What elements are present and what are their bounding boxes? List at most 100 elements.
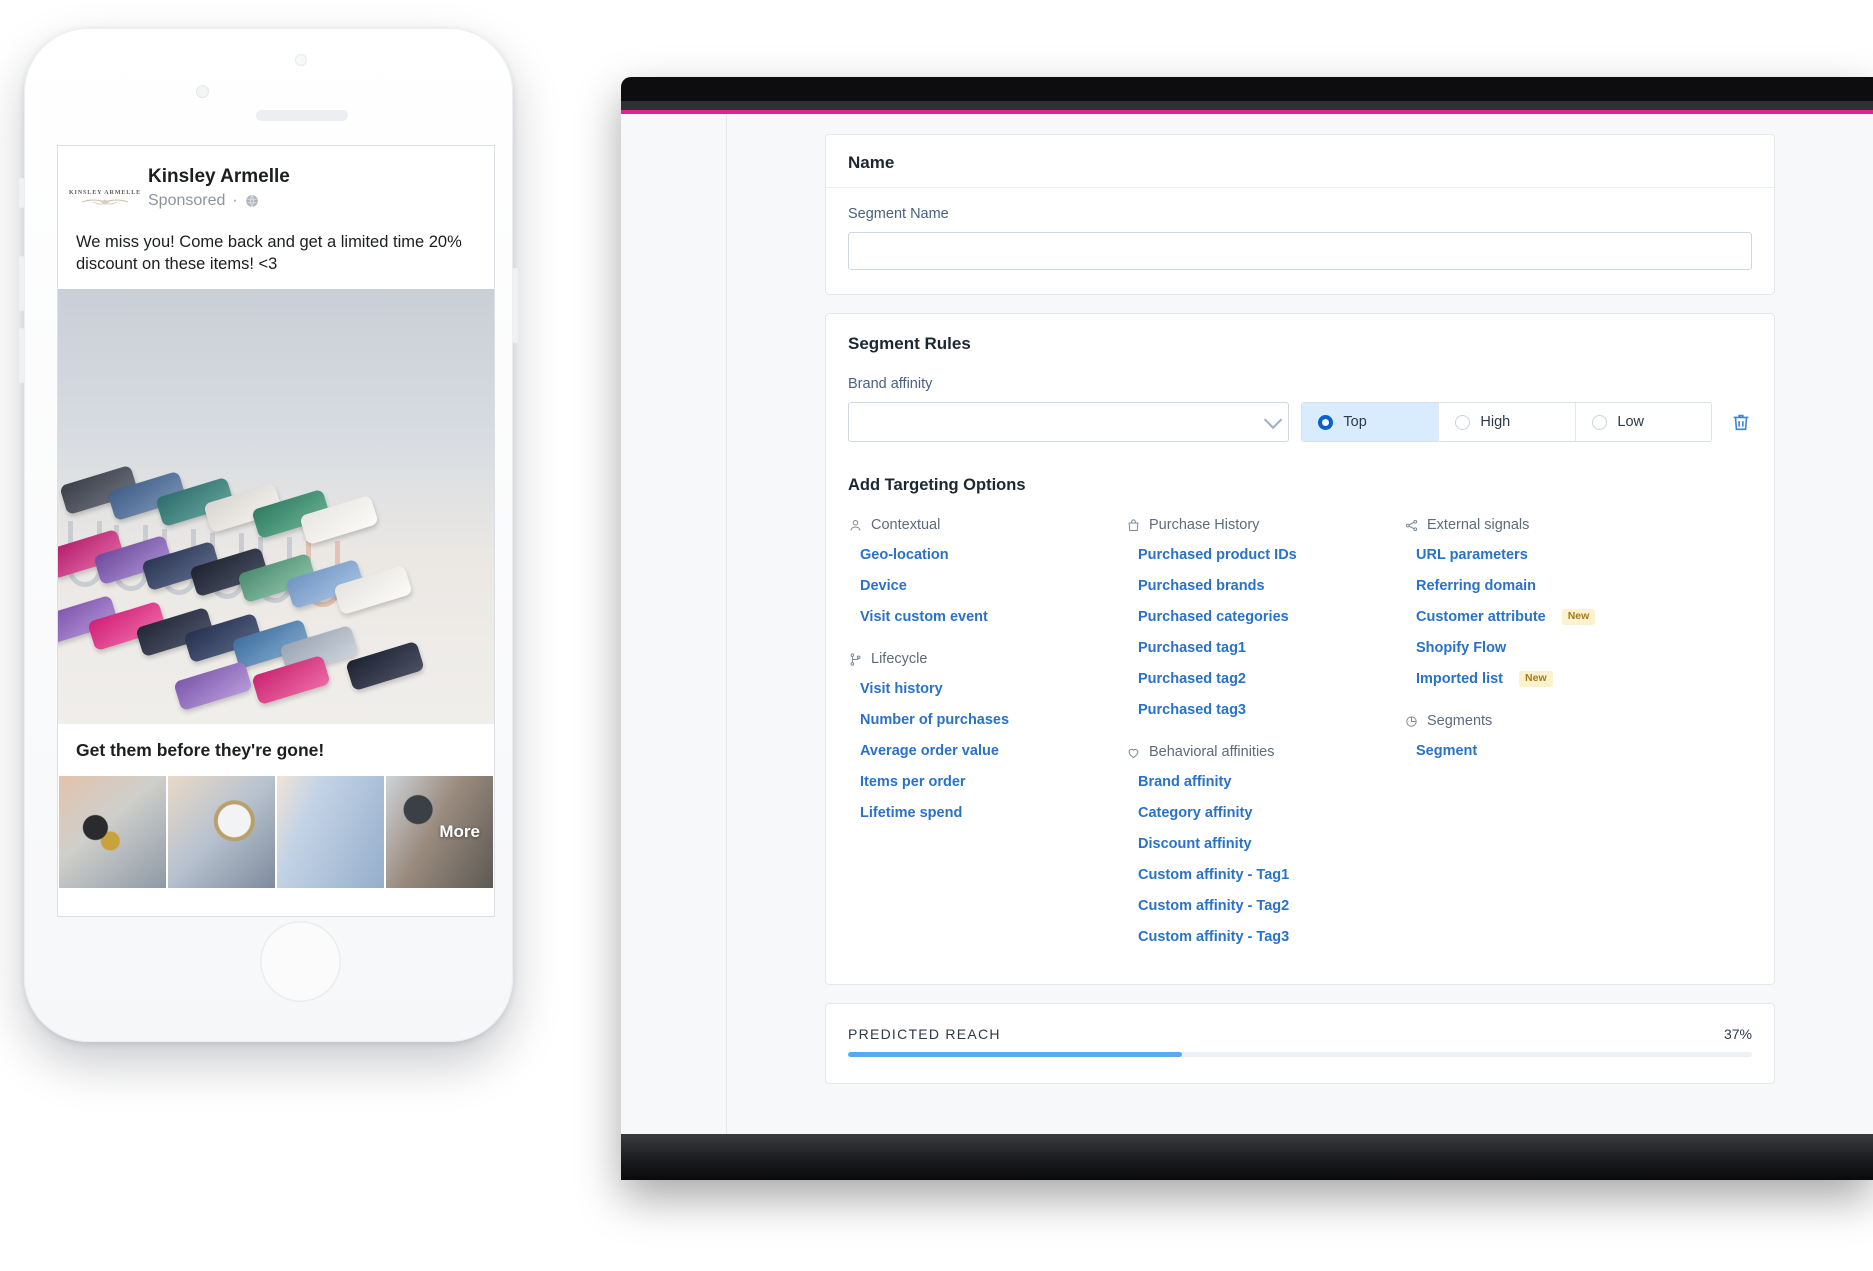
predicted-reach-fill [848,1052,1183,1057]
affinity-option-low[interactable]: Low [1576,403,1712,441]
targeting-link[interactable]: Lifetime spend [860,805,1126,821]
targeting-link-label: Discount affinity [1138,836,1252,852]
ad-body-text: We miss you! Come back and get a limited… [76,233,462,274]
targeting-link-label: Visit history [860,681,943,697]
targeting-link-label: Purchased brands [1138,578,1265,594]
targeting-link[interactable]: Purchased product IDs [1138,547,1404,563]
targeting-link[interactable]: Custom affinity - Tag1 [1138,867,1404,883]
targeting-link-label: Shopify Flow [1416,640,1507,656]
brand-affinity-select[interactable] [848,402,1290,442]
ad-thumbnail-more[interactable]: More [386,776,493,889]
name-card: Name Segment Name [825,134,1775,295]
targeting-link[interactable]: Items per order [860,774,1126,790]
affinity-option-top[interactable]: Top [1302,403,1440,441]
targeting-link[interactable]: Brand affinity [1138,774,1404,790]
targeting-link[interactable]: Referring domain [1416,578,1682,594]
targeting-link[interactable]: Segment [1416,743,1682,759]
ad-hero-image[interactable] [58,289,494,724]
targeting-link[interactable]: Visit history [860,681,1126,697]
group-segments-label: Segments [1427,713,1493,729]
segment-name-label: Segment Name [848,206,949,222]
targeting-link-label: Segment [1416,743,1478,759]
radio-icon [1455,414,1471,430]
targeting-link[interactable]: Custom affinity - Tag3 [1138,929,1404,945]
name-card-body: Segment Name [826,188,1774,294]
targeting-column-3: External signals URL parameters Referrin… [1404,517,1682,960]
targeting-link[interactable]: Purchased categories [1138,609,1404,625]
targeting-link[interactable]: Device [860,578,1126,594]
page-name[interactable]: Kinsley Armelle [148,165,290,189]
targeting-link[interactable]: URL parameters [1416,547,1682,563]
targeting-link-label: Custom affinity - Tag3 [1138,929,1290,945]
globe-icon [245,194,258,207]
targeting-link[interactable]: Purchased tag3 [1138,702,1404,718]
targeting-link[interactable]: Purchased tag2 [1138,671,1404,687]
group-purchase-history-label: Purchase History [1149,517,1260,533]
proximity-sensor-icon [295,54,307,66]
phone-device-mockup: KINSLEY ARMELLE Kinsley Armelle Sponsore… [19,28,518,1042]
targeting-link-label: Imported list [1416,671,1504,687]
targeting-link-label: Custom affinity - Tag2 [1138,898,1290,914]
group-segments: Segments [1404,713,1682,729]
targeting-link[interactable]: Purchased brands [1138,578,1404,594]
segment-editor-app: Name Segment Name Segment Rules Brand af… [727,114,1873,1136]
earpiece-speaker [256,110,348,121]
ad-thumbnail[interactable] [277,776,384,889]
home-button[interactable] [260,921,341,1002]
add-targeting-options-title: Add Targeting Options [848,476,1026,494]
targeting-link-label: Custom affinity - Tag1 [1138,867,1290,883]
targeting-link-label: Purchased categories [1138,609,1289,625]
power-button[interactable] [513,268,518,343]
brand-affinity-label: Brand affinity [848,376,933,392]
ad-thumbnail[interactable] [168,776,275,889]
targeting-link[interactable]: Number of purchases [860,712,1126,728]
targeting-link[interactable]: Purchased tag1 [1138,640,1404,656]
predicted-reach-card: PREDICTED REACH 37% [825,1003,1775,1084]
targeting-link[interactable]: Imported list New [1416,671,1682,687]
phone-screen: KINSLEY ARMELLE Kinsley Armelle Sponsore… [57,145,495,917]
brand-affinity-select-box [848,402,1290,442]
segment-rules-title: Segment Rules [848,334,971,353]
mute-switch[interactable] [19,178,24,208]
ad-header-text: Kinsley Armelle Sponsored · [148,165,290,210]
targeting-link[interactable]: Shopify Flow [1416,640,1682,656]
heart-icon [1128,748,1139,758]
group-behavioral-affinities-label: Behavioral affinities [1149,744,1275,760]
separator-dot: · [232,191,238,209]
targeting-link[interactable]: Discount affinity [1138,836,1404,852]
group-lifecycle-label: Lifecycle [871,651,928,667]
targeting-link-label: URL parameters [1416,547,1528,563]
ad-footer-space [58,888,494,916]
new-badge: New [1561,609,1596,625]
group-behavioral-affinities: Behavioral affinities [1126,744,1404,760]
ad-thumbnail[interactable] [59,776,166,889]
targeting-link[interactable]: Visit custom event [860,609,1126,625]
targeting-link[interactable]: Category affinity [1138,805,1404,821]
affinity-option-high-label: High [1480,414,1511,430]
affinity-option-high[interactable]: High [1439,403,1577,441]
targeting-link[interactable]: Customer attribute New [1416,609,1682,625]
brand-logo-text: KINSLEY ARMELLE [68,188,142,196]
predicted-reach-track [848,1052,1752,1057]
segment-rules-card: Segment Rules Brand affinity Top High Lo… [825,313,1775,985]
targeting-link-label: Geo-location [860,547,949,563]
sponsored-label: Sponsored [148,191,226,209]
affinity-option-top-label: Top [1343,414,1367,430]
targeting-link-label: Purchased product IDs [1138,547,1297,563]
targeting-link-label: Device [860,578,907,594]
segment-name-input[interactable] [848,232,1752,270]
volume-down-button[interactable] [19,328,24,383]
tablet-device-mockup: Name Segment Name Segment Rules Brand af… [621,77,1873,1180]
targeting-columns: Contextual Geo-location Device Visit cus… [848,517,1752,960]
targeting-link[interactable]: Geo-location [860,547,1126,563]
logo-ornament-icon [81,198,129,205]
affinity-level-segmented-control: Top High Low [1301,402,1712,442]
targeting-link[interactable]: Average order value [860,743,1126,759]
group-purchase-history: Purchase History [1126,517,1404,533]
bag-icon [1128,518,1139,531]
volume-up-button[interactable] [19,256,24,311]
targeting-column-2: Purchase History Purchased product IDs P… [1126,517,1404,960]
targeting-link[interactable]: Custom affinity - Tag2 [1138,898,1404,914]
trash-icon[interactable] [1730,411,1752,433]
predicted-reach-header: PREDICTED REACH 37% [848,1026,1752,1042]
